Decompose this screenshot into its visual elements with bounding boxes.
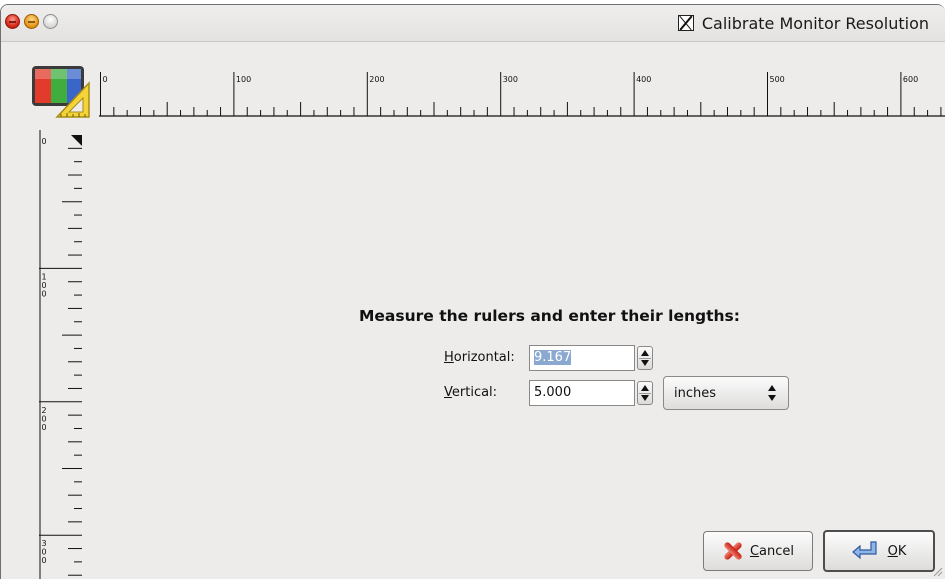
spin-down-icon[interactable] [641,395,649,401]
ok-button[interactable]: OK [823,530,935,572]
ruler-label: 300 [503,75,518,84]
cancel-button[interactable]: Cancel [703,531,813,571]
resize-grip-icon[interactable] [931,565,943,577]
maximize-button-icon[interactable] [43,14,58,29]
horizontal-input[interactable]: 9.167 [529,345,635,371]
horizontal-spin-buttons[interactable] [637,346,653,370]
unit-select[interactable]: inches [663,376,789,410]
horizontal-ruler: 0 100 200 300 400 500 600 [99,72,945,117]
ruler-label: 0 [42,289,47,298]
window-title: Calibrate Monitor Resolution [701,13,929,33]
vertical-input[interactable]: 5.000 [529,380,635,406]
vertical-spin-buttons[interactable] [637,381,653,405]
x11-icon [677,15,694,31]
ruler-label: 0 [42,556,47,565]
select-arrows-icon [768,385,776,401]
spin-down-icon[interactable] [641,360,649,366]
title-bar[interactable]: Calibrate Monitor Resolution [1,5,945,42]
vertical-spinbox: 5.000 [529,380,655,406]
ruler-label: 0 [42,137,47,146]
ok-button-label: OK [887,543,907,559]
ok-return-arrow-icon [851,541,877,560]
ruler-label: 400 [636,75,651,84]
ruler-label: 0 [103,75,108,84]
instruction-heading: Measure the rulers and enter their lengt… [359,307,740,325]
vertical-ruler: 0100200300 [39,130,82,579]
spin-up-icon[interactable] [641,385,649,391]
vertical-label: Vertical: [444,385,498,400]
unit-select-value: inches [674,386,717,401]
ruler-corner-marker [71,135,82,146]
ruler-label: 600 [903,75,918,84]
close-button-icon[interactable] [5,14,20,29]
horizontal-spinbox: 9.167 [529,345,655,371]
ruler-label: 100 [236,75,251,84]
ruler-label: 200 [369,75,384,84]
ruler-label: 0 [42,423,47,432]
spin-up-icon[interactable] [641,350,649,356]
cancel-button-label: Cancel [749,543,795,559]
calibrate-window: Calibrate Monitor Resolution 0 100 200 300 4… [0,4,945,579]
ruler-label: 500 [770,75,785,84]
monitor-calibration-icon [32,66,90,118]
minimize-button-icon[interactable] [24,14,39,29]
horizontal-label: Horizontal: [444,350,515,365]
cancel-x-icon [722,540,744,562]
title-group: Calibrate Monitor Resolution [677,13,929,33]
